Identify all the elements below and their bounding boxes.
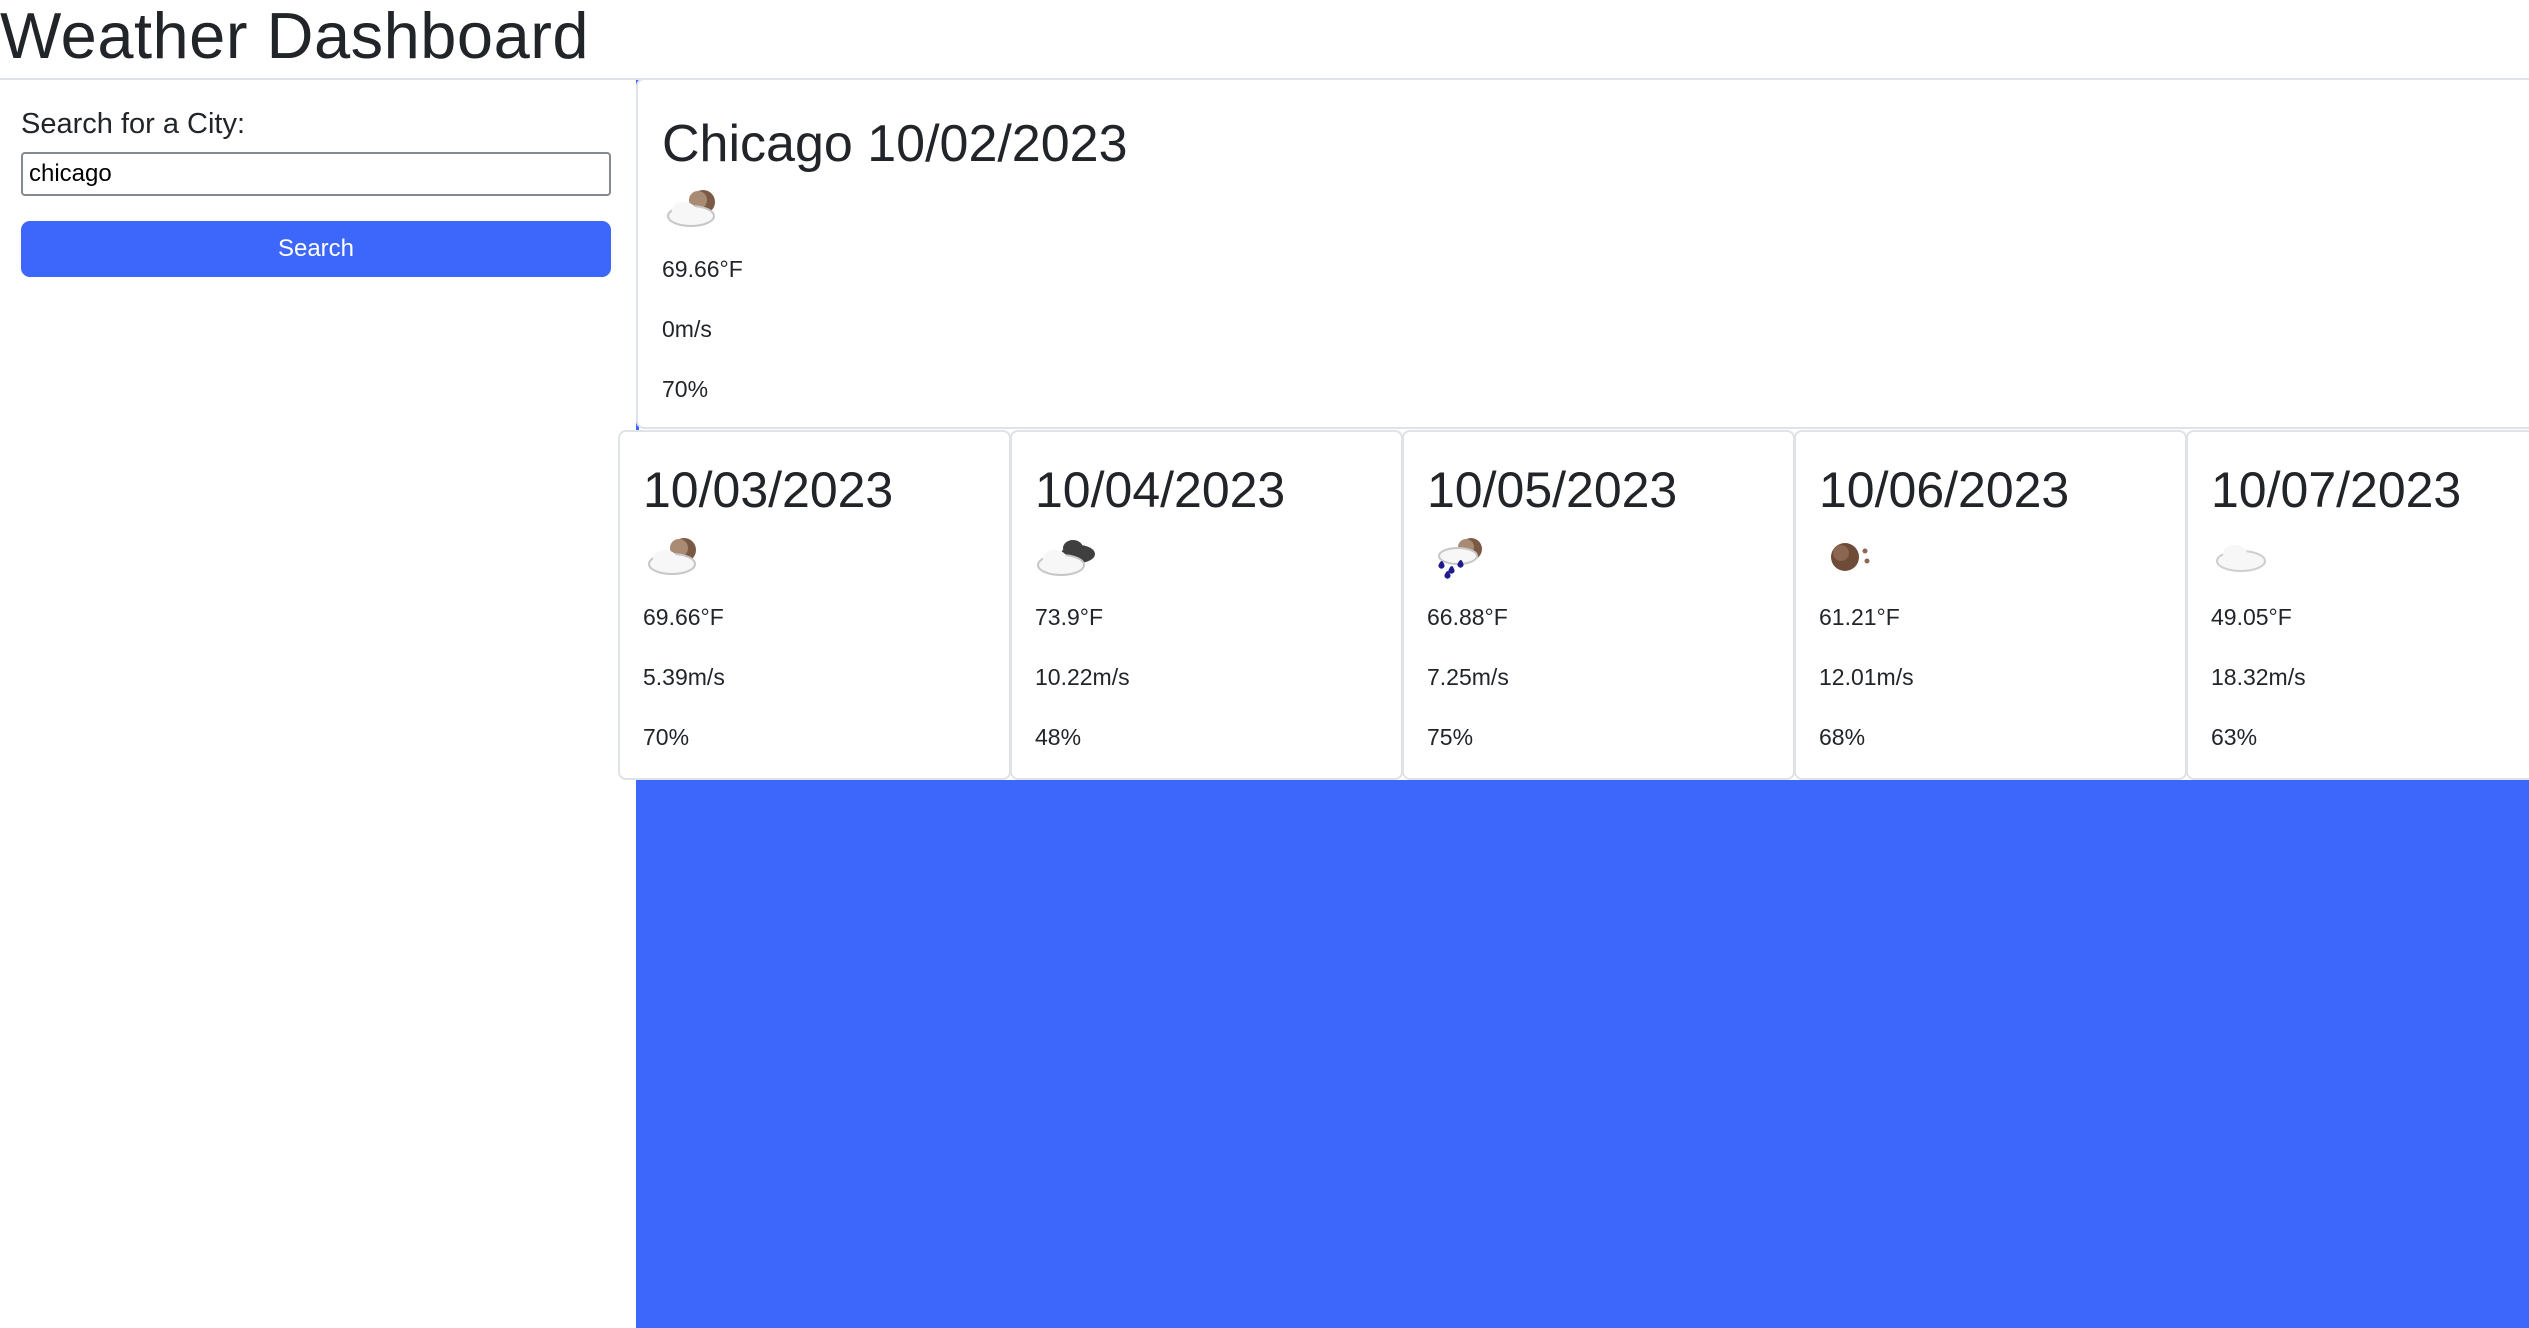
forecast-humidity: 70% [643,724,690,750]
forecast-date: 10/06/2023 [1819,462,2070,518]
forecast-temperature: 66.88°F [1427,604,1508,630]
forecast-humidity: 68% [1819,724,1866,750]
forecast-wind: 5.39m/s [643,664,725,690]
forecast-date: 10/03/2023 [643,462,894,518]
clear-night-icon [1831,543,1870,571]
forecast-humidity: 48% [1035,724,1082,750]
rain-night-icon [1438,538,1482,579]
partly-cloudy-night-icon [667,190,715,227]
current-temperature: 69.66°F [662,256,743,282]
search-label: Search for a City: [21,108,246,140]
forecast-humidity: 63% [2211,724,2258,750]
current-humidity: 70% [662,376,709,402]
page-title: Weather Dashboard [0,0,590,72]
forecast-temperature: 61.21°F [1819,604,1900,630]
forecast-card: 10/03/2023 69.66°F 5.39m/s 70% [618,430,1011,780]
broken-clouds-icon [1037,540,1095,576]
forecast-wind: 10.22m/s [1035,664,1130,690]
forecast-temperature: 73.9°F [1035,604,1104,630]
forecast-wind: 18.32m/s [2211,664,2306,690]
forecast-temperature: 49.05°F [2211,604,2292,630]
partly-cloudy-night-icon [648,538,696,575]
search-button[interactable]: Search [21,221,611,277]
current-wind: 0m/s [662,316,712,342]
forecast-wind: 12.01m/s [1819,664,1914,690]
forecast-humidity: 75% [1427,724,1474,750]
forecast-date: 10/07/2023 [2211,462,2462,518]
forecast-card: 10/06/2023 61.21°F 12.01m/s 68% [1794,430,2187,780]
forecast-wind: 7.25m/s [1427,664,1509,690]
forecast-card: 10/05/2023 66.88°F 7.25m/s 75% [1402,430,1795,780]
forecast-card: 10/04/2023 73.9°F 10.22m/s 48% [1010,430,1403,780]
city-search-input[interactable] [21,152,611,196]
forecast-card: 10/07/2023 49.05°F 18.32m/s 63% [2186,430,2529,780]
forecast-date: 10/04/2023 [1035,462,1286,518]
forecast-date: 10/05/2023 [1427,462,1678,518]
current-city-date: Chicago 10/02/2023 [662,115,1128,173]
current-weather-card: Chicago 10/02/2023 69.66°F 0m/s 70% [636,78,2529,429]
forecast-temperature: 69.66°F [643,604,724,630]
results-background [636,780,2529,1328]
scattered-clouds-icon [2216,545,2266,572]
